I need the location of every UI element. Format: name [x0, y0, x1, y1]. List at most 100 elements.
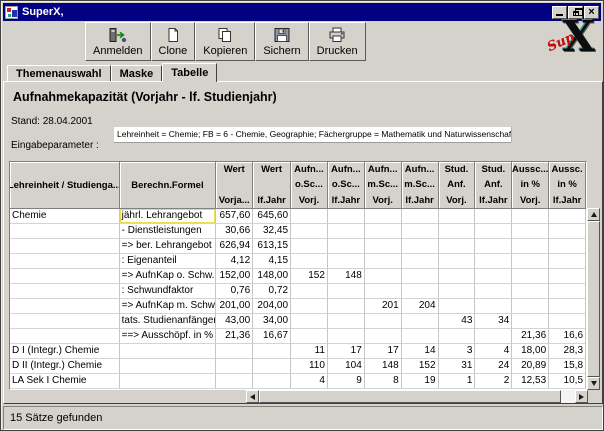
table-cell[interactable]	[328, 329, 365, 344]
table-cell[interactable]	[439, 299, 476, 314]
table-cell[interactable]	[10, 299, 120, 314]
table-cell[interactable]	[512, 224, 549, 239]
table-cell[interactable]	[328, 224, 365, 239]
table-cell[interactable]: 28,3	[549, 344, 586, 359]
table-cell[interactable]	[291, 254, 328, 269]
tab-tabelle[interactable]: Tabelle	[162, 63, 217, 82]
scroll-up-button[interactable]	[587, 208, 600, 221]
column-header[interactable]: Aufn...m.Sc...Vorj.	[365, 162, 402, 209]
table-cell[interactable]	[253, 359, 291, 374]
table-cell[interactable]: => AufnKap m. Schw.	[120, 299, 217, 314]
column-header[interactable]: Stud.Anf.lf.Jahr	[475, 162, 512, 209]
table-cell[interactable]	[10, 269, 120, 284]
table-cell[interactable]: 645,60	[253, 209, 291, 224]
table-cell[interactable]	[10, 314, 120, 329]
table-cell[interactable]: 16,6	[549, 329, 586, 344]
table-cell[interactable]	[402, 284, 439, 299]
table-cell[interactable]: 1	[439, 374, 476, 389]
table-cell[interactable]: 32,45	[253, 224, 291, 239]
kopieren-button[interactable]: Kopieren	[195, 22, 255, 61]
table-cell[interactable]: 11	[291, 344, 328, 359]
table-cell[interactable]: 4,15	[253, 254, 291, 269]
table-cell[interactable]: 148,00	[253, 269, 291, 284]
table-cell[interactable]	[291, 284, 328, 299]
table-cell[interactable]: jährl. Lehrangebot	[120, 209, 217, 224]
table-cell[interactable]	[328, 284, 365, 299]
column-header[interactable]: Wert Vorja...	[216, 162, 253, 209]
table-cell[interactable]	[439, 209, 476, 224]
table-cell[interactable]: 104	[328, 359, 365, 374]
table-cell[interactable]: 201	[365, 299, 402, 314]
table-cell[interactable]: tats. Studienanfänger	[120, 314, 217, 329]
table-cell[interactable]	[328, 254, 365, 269]
table-cell[interactable]: 0,76	[216, 284, 253, 299]
table-cell[interactable]: 21,36	[512, 329, 549, 344]
table-cell[interactable]	[365, 209, 402, 224]
table-cell[interactable]: 148	[365, 359, 402, 374]
column-header[interactable]: Berechn.Formel	[120, 162, 217, 209]
sichern-button[interactable]: Sichern	[255, 22, 308, 61]
table-cell[interactable]: 4,12	[216, 254, 253, 269]
table-cell[interactable]	[475, 284, 512, 299]
table-cell[interactable]: 12,53	[512, 374, 549, 389]
table-cell[interactable]	[549, 314, 586, 329]
scroll-left-button[interactable]	[246, 390, 259, 403]
table-cell[interactable]	[120, 359, 217, 374]
table-cell[interactable]	[549, 224, 586, 239]
table-cell[interactable]: ==> Ausschöpf. in %	[120, 329, 217, 344]
table-cell[interactable]	[475, 254, 512, 269]
column-header[interactable]: Aussc.in %lf.Jahr	[549, 162, 586, 209]
table-cell[interactable]: 152	[402, 359, 439, 374]
table-cell[interactable]: 4	[475, 344, 512, 359]
table-cell[interactable]	[365, 329, 402, 344]
column-header[interactable]: Aufn...o.Sc...Vorj.	[291, 162, 328, 209]
table-cell[interactable]: 0,72	[253, 284, 291, 299]
table-cell[interactable]	[10, 239, 120, 254]
table-cell[interactable]: 204	[402, 299, 439, 314]
table-cell[interactable]	[216, 359, 253, 374]
table-cell[interactable]	[549, 239, 586, 254]
table-cell[interactable]: 3	[439, 344, 476, 359]
column-header[interactable]: Aufn...o.Sc...lf.Jahr	[328, 162, 365, 209]
column-header[interactable]: Stud.Anf.Vorj.	[439, 162, 476, 209]
table-cell[interactable]: 17	[365, 344, 402, 359]
column-header[interactable]: Aufn...m.Sc...lf.Jahr	[402, 162, 439, 209]
table-cell[interactable]	[439, 239, 476, 254]
tab-themenauswahl[interactable]: Themenauswahl	[7, 65, 111, 81]
table-cell[interactable]: - Dienstleistungen	[120, 224, 217, 239]
table-cell[interactable]	[10, 254, 120, 269]
table-cell[interactable]	[365, 284, 402, 299]
column-header[interactable]: Lehreinheit / Studienga...	[10, 162, 120, 209]
table-cell[interactable]: 148	[328, 269, 365, 284]
table-cell[interactable]: : Schwundfaktor	[120, 284, 217, 299]
tab-maske[interactable]: Maske	[111, 65, 163, 81]
table-cell[interactable]	[439, 224, 476, 239]
table-cell[interactable]	[365, 269, 402, 284]
table-cell[interactable]	[475, 224, 512, 239]
table-cell[interactable]	[328, 239, 365, 254]
table-cell[interactable]: 2	[475, 374, 512, 389]
column-header[interactable]: Wert lf.Jahr	[253, 162, 291, 209]
table-cell[interactable]: 613,15	[253, 239, 291, 254]
table-cell[interactable]	[439, 284, 476, 299]
table-cell[interactable]	[439, 269, 476, 284]
table-cell[interactable]: 152	[291, 269, 328, 284]
table-cell[interactable]: 21,36	[216, 329, 253, 344]
scroll-down-button[interactable]	[587, 377, 600, 390]
table-cell[interactable]	[475, 299, 512, 314]
table-cell[interactable]: 201,00	[216, 299, 253, 314]
table-cell[interactable]: 34	[475, 314, 512, 329]
table-cell[interactable]	[328, 209, 365, 224]
table-cell[interactable]: 152,00	[216, 269, 253, 284]
table-cell[interactable]: 14	[402, 344, 439, 359]
table-cell[interactable]: : Eigenanteil	[120, 254, 217, 269]
table-cell[interactable]: 10,5	[549, 374, 586, 389]
table-cell[interactable]	[291, 239, 328, 254]
table-cell[interactable]	[291, 299, 328, 314]
horizontal-scrollbar-thumb[interactable]	[259, 390, 561, 403]
table-cell[interactable]	[549, 209, 586, 224]
table-cell[interactable]: 626,94	[216, 239, 253, 254]
table-cell[interactable]	[253, 374, 291, 389]
table-cell[interactable]	[10, 224, 120, 239]
table-cell[interactable]	[291, 209, 328, 224]
